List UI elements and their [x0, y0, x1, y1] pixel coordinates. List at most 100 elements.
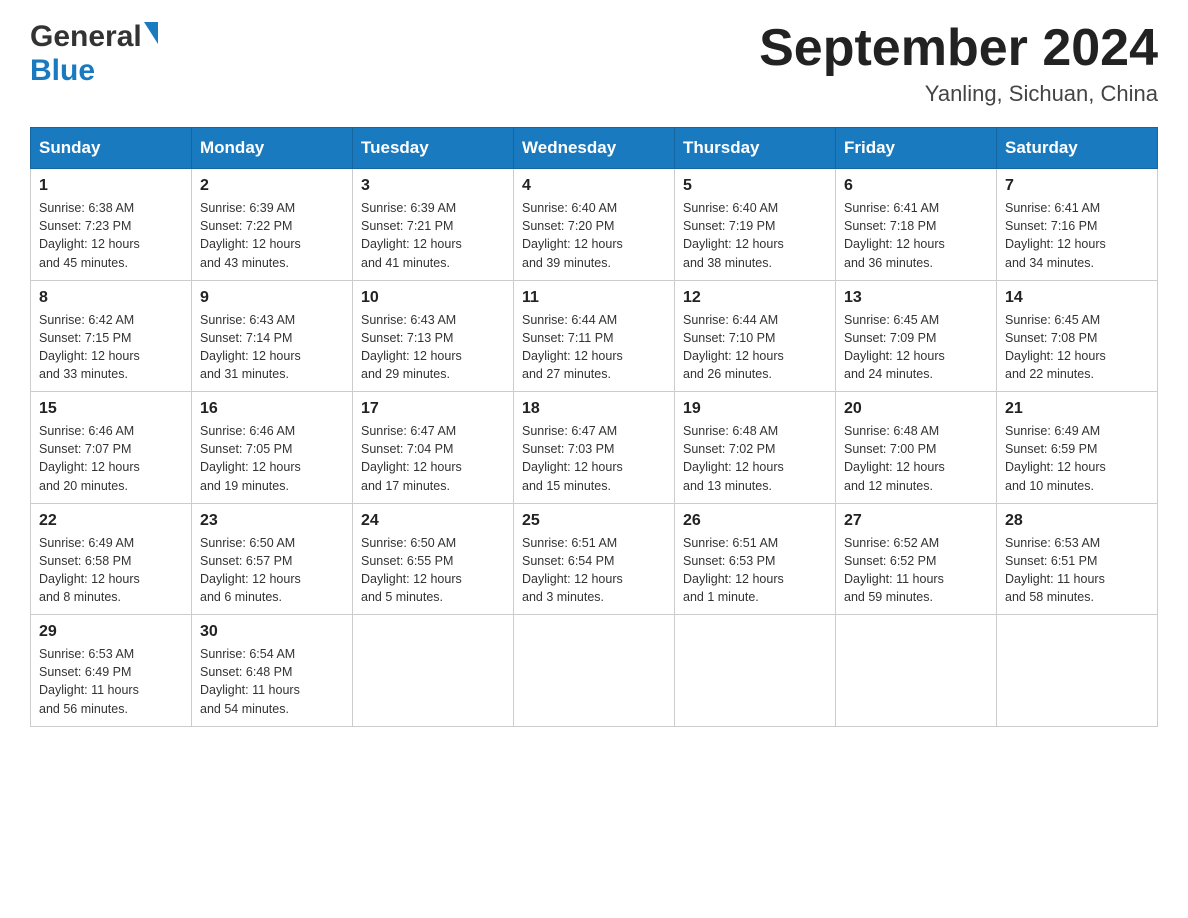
- calendar-subtitle: Yanling, Sichuan, China: [759, 81, 1158, 107]
- day-info: Sunrise: 6:43 AM Sunset: 7:14 PM Dayligh…: [200, 311, 344, 384]
- calendar-cell: 11 Sunrise: 6:44 AM Sunset: 7:11 PM Dayli…: [514, 280, 675, 392]
- calendar-title: September 2024: [759, 20, 1158, 77]
- day-number: 27: [844, 512, 988, 530]
- day-info: Sunrise: 6:44 AM Sunset: 7:10 PM Dayligh…: [683, 311, 827, 384]
- day-number: 20: [844, 400, 988, 418]
- day-number: 19: [683, 400, 827, 418]
- calendar-cell: [836, 615, 997, 727]
- weekday-header-thursday: Thursday: [675, 128, 836, 169]
- calendar-cell: [514, 615, 675, 727]
- day-info: Sunrise: 6:49 AM Sunset: 6:59 PM Dayligh…: [1005, 422, 1149, 495]
- day-number: 18: [522, 400, 666, 418]
- day-info: Sunrise: 6:50 AM Sunset: 6:55 PM Dayligh…: [361, 534, 505, 607]
- calendar-cell: 17 Sunrise: 6:47 AM Sunset: 7:04 PM Dayli…: [353, 392, 514, 504]
- calendar-week-row: 29 Sunrise: 6:53 AM Sunset: 6:49 PM Dayli…: [31, 615, 1158, 727]
- day-number: 29: [39, 623, 183, 641]
- calendar-table: SundayMondayTuesdayWednesdayThursdayFrid…: [30, 127, 1158, 727]
- day-number: 16: [200, 400, 344, 418]
- calendar-cell: 26Sunrise: 6:51 AM Sunset: 6:53 PM Dayli…: [675, 503, 836, 615]
- day-number: 4: [522, 177, 666, 195]
- calendar-cell: 25Sunrise: 6:51 AM Sunset: 6:54 PM Dayli…: [514, 503, 675, 615]
- day-number: 28: [1005, 512, 1149, 530]
- day-info: Sunrise: 6:40 AM Sunset: 7:19 PM Dayligh…: [683, 199, 827, 272]
- calendar-cell: 7Sunrise: 6:41 AM Sunset: 7:16 PM Daylig…: [997, 169, 1158, 281]
- day-info: Sunrise: 6:50 AM Sunset: 6:57 PM Dayligh…: [200, 534, 344, 607]
- calendar-cell: 1 Sunrise: 6:38 AM Sunset: 7:23 PM Daylig…: [31, 169, 192, 281]
- day-info: Sunrise: 6:52 AM Sunset: 6:52 PM Dayligh…: [844, 534, 988, 607]
- day-number: 30: [200, 623, 344, 641]
- calendar-cell: 24 Sunrise: 6:50 AM Sunset: 6:55 PM Dayli…: [353, 503, 514, 615]
- calendar-cell: 13Sunrise: 6:45 AM Sunset: 7:09 PM Dayli…: [836, 280, 997, 392]
- day-number: 6: [844, 177, 988, 195]
- day-info: Sunrise: 6:39 AM Sunset: 7:21 PM Dayligh…: [361, 199, 505, 272]
- day-info: Sunrise: 6:46 AM Sunset: 7:05 PM Dayligh…: [200, 422, 344, 495]
- calendar-cell: 2 Sunrise: 6:39 AM Sunset: 7:22 PM Daylig…: [192, 169, 353, 281]
- day-info: Sunrise: 6:44 AM Sunset: 7:11 PM Dayligh…: [522, 311, 666, 384]
- calendar-cell: 28 Sunrise: 6:53 AM Sunset: 6:51 PM Dayli…: [997, 503, 1158, 615]
- day-info: Sunrise: 6:48 AM Sunset: 7:00 PM Dayligh…: [844, 422, 988, 495]
- calendar-cell: 29 Sunrise: 6:53 AM Sunset: 6:49 PM Dayli…: [31, 615, 192, 727]
- day-number: 14: [1005, 289, 1149, 307]
- day-info: Sunrise: 6:42 AM Sunset: 7:15 PM Dayligh…: [39, 311, 183, 384]
- weekday-header-saturday: Saturday: [997, 128, 1158, 169]
- weekday-header-sunday: Sunday: [31, 128, 192, 169]
- calendar-cell: 5 Sunrise: 6:40 AM Sunset: 7:19 PM Daylig…: [675, 169, 836, 281]
- logo-general-text: General: [30, 20, 142, 54]
- day-number: 3: [361, 177, 505, 195]
- day-number: 10: [361, 289, 505, 307]
- day-info: Sunrise: 6:47 AM Sunset: 7:04 PM Dayligh…: [361, 422, 505, 495]
- calendar-cell: 30 Sunrise: 6:54 AM Sunset: 6:48 PM Dayli…: [192, 615, 353, 727]
- logo-blue-text: Blue: [30, 54, 95, 87]
- logo: General Blue: [30, 20, 160, 88]
- day-number: 2: [200, 177, 344, 195]
- day-number: 23: [200, 512, 344, 530]
- weekday-header-tuesday: Tuesday: [353, 128, 514, 169]
- calendar-cell: 6Sunrise: 6:41 AM Sunset: 7:18 PM Daylig…: [836, 169, 997, 281]
- calendar-cell: 15 Sunrise: 6:46 AM Sunset: 7:07 PM Dayli…: [31, 392, 192, 504]
- calendar-cell: 20 Sunrise: 6:48 AM Sunset: 7:00 PM Dayli…: [836, 392, 997, 504]
- day-number: 24: [361, 512, 505, 530]
- calendar-cell: 8 Sunrise: 6:42 AM Sunset: 7:15 PM Daylig…: [31, 280, 192, 392]
- calendar-week-row: 8 Sunrise: 6:42 AM Sunset: 7:15 PM Daylig…: [31, 280, 1158, 392]
- day-info: Sunrise: 6:53 AM Sunset: 6:51 PM Dayligh…: [1005, 534, 1149, 607]
- day-info: Sunrise: 6:45 AM Sunset: 7:08 PM Dayligh…: [1005, 311, 1149, 384]
- day-info: Sunrise: 6:49 AM Sunset: 6:58 PM Dayligh…: [39, 534, 183, 607]
- day-info: Sunrise: 6:46 AM Sunset: 7:07 PM Dayligh…: [39, 422, 183, 495]
- day-info: Sunrise: 6:47 AM Sunset: 7:03 PM Dayligh…: [522, 422, 666, 495]
- day-number: 12: [683, 289, 827, 307]
- day-number: 7: [1005, 177, 1149, 195]
- day-info: Sunrise: 6:43 AM Sunset: 7:13 PM Dayligh…: [361, 311, 505, 384]
- day-number: 5: [683, 177, 827, 195]
- day-info: Sunrise: 6:38 AM Sunset: 7:23 PM Dayligh…: [39, 199, 183, 272]
- day-number: 15: [39, 400, 183, 418]
- day-number: 11: [522, 289, 666, 307]
- day-info: Sunrise: 6:53 AM Sunset: 6:49 PM Dayligh…: [39, 645, 183, 718]
- calendar-cell: 19 Sunrise: 6:48 AM Sunset: 7:02 PM Dayli…: [675, 392, 836, 504]
- calendar-week-row: 22Sunrise: 6:49 AM Sunset: 6:58 PM Dayli…: [31, 503, 1158, 615]
- calendar-cell: 23 Sunrise: 6:50 AM Sunset: 6:57 PM Dayli…: [192, 503, 353, 615]
- title-block: September 2024 Yanling, Sichuan, China: [759, 20, 1158, 107]
- day-info: Sunrise: 6:48 AM Sunset: 7:02 PM Dayligh…: [683, 422, 827, 495]
- calendar-cell: 9Sunrise: 6:43 AM Sunset: 7:14 PM Daylig…: [192, 280, 353, 392]
- day-number: 17: [361, 400, 505, 418]
- calendar-week-row: 15 Sunrise: 6:46 AM Sunset: 7:07 PM Dayli…: [31, 392, 1158, 504]
- day-number: 1: [39, 177, 183, 195]
- calendar-cell: 22Sunrise: 6:49 AM Sunset: 6:58 PM Dayli…: [31, 503, 192, 615]
- day-number: 8: [39, 289, 183, 307]
- calendar-cell: [997, 615, 1158, 727]
- weekday-header-wednesday: Wednesday: [514, 128, 675, 169]
- calendar-cell: 18 Sunrise: 6:47 AM Sunset: 7:03 PM Dayli…: [514, 392, 675, 504]
- day-info: Sunrise: 6:45 AM Sunset: 7:09 PM Dayligh…: [844, 311, 988, 384]
- day-info: Sunrise: 6:39 AM Sunset: 7:22 PM Dayligh…: [200, 199, 344, 272]
- calendar-cell: 4 Sunrise: 6:40 AM Sunset: 7:20 PM Daylig…: [514, 169, 675, 281]
- day-number: 25: [522, 512, 666, 530]
- calendar-cell: 12 Sunrise: 6:44 AM Sunset: 7:10 PM Dayli…: [675, 280, 836, 392]
- calendar-cell: 14 Sunrise: 6:45 AM Sunset: 7:08 PM Dayli…: [997, 280, 1158, 392]
- calendar-cell: 10 Sunrise: 6:43 AM Sunset: 7:13 PM Dayli…: [353, 280, 514, 392]
- weekday-header-friday: Friday: [836, 128, 997, 169]
- calendar-week-row: 1 Sunrise: 6:38 AM Sunset: 7:23 PM Daylig…: [31, 169, 1158, 281]
- calendar-cell: 3 Sunrise: 6:39 AM Sunset: 7:21 PM Daylig…: [353, 169, 514, 281]
- day-info: Sunrise: 6:40 AM Sunset: 7:20 PM Dayligh…: [522, 199, 666, 272]
- day-info: Sunrise: 6:54 AM Sunset: 6:48 PM Dayligh…: [200, 645, 344, 718]
- day-number: 21: [1005, 400, 1149, 418]
